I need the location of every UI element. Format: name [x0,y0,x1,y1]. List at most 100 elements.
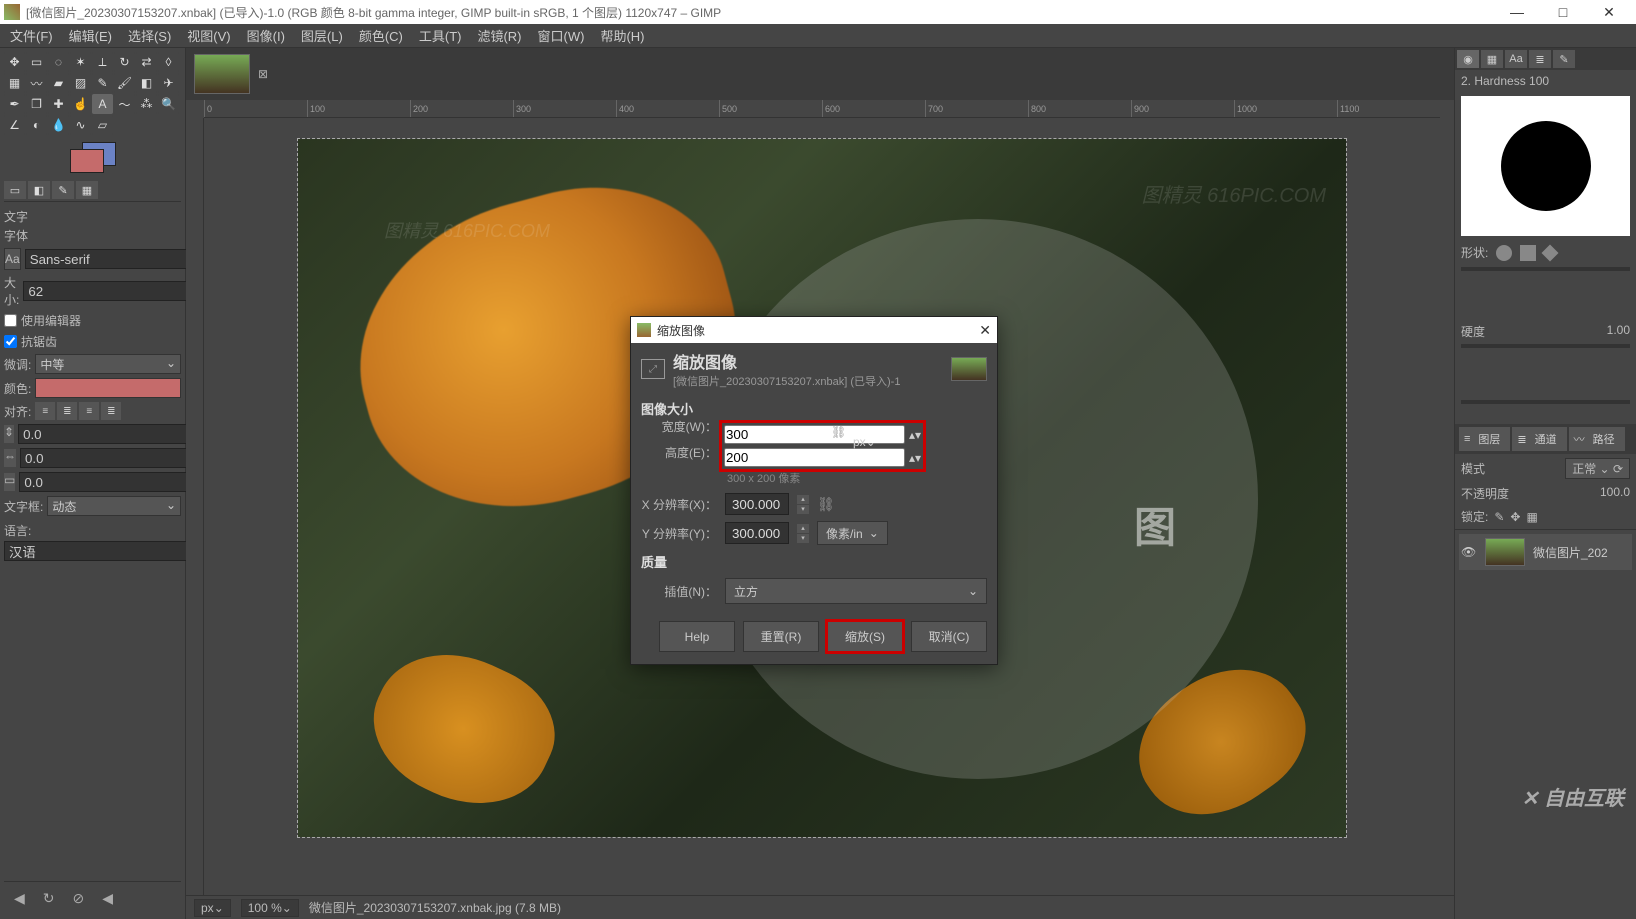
shape-slider[interactable] [1461,267,1630,271]
dialog-close-icon[interactable]: ✕ [979,322,991,339]
tool-free-select-icon[interactable]: ◌ [48,52,69,72]
align-justify-icon[interactable]: ≣ [101,402,121,420]
extra-slider[interactable] [1461,400,1630,404]
tool-pencil-icon[interactable]: ✎ [92,73,113,93]
fg-color[interactable] [70,149,104,173]
reset-opts-icon[interactable]: ↻ [43,890,55,907]
layer-visibility-icon[interactable]: 👁 [1461,545,1477,559]
opt-tab-4[interactable]: ▦ [76,181,98,199]
tool-rotate-icon[interactable]: ↻ [114,52,135,72]
size-input[interactable] [23,281,210,301]
text-color-swatch[interactable] [35,378,181,398]
tab-close-icon[interactable]: ⊠ [258,67,268,81]
tool-bucket-icon[interactable]: ▰ [48,73,69,93]
tool-curves-icon[interactable]: ∿ [70,115,91,135]
brush-preview[interactable] [1461,96,1630,236]
tool-fuzzy-select-icon[interactable]: ✶ [70,52,91,72]
interp-select[interactable]: 立方⌄ [725,578,987,604]
paths-tab[interactable]: 〰 路径 [1569,427,1625,451]
lock-position-icon[interactable]: ✥ [1510,510,1520,524]
tool-clone-icon[interactable]: ❐ [26,94,47,114]
shape-diamond-icon[interactable] [1542,244,1559,261]
yres-input[interactable] [725,522,789,544]
align-center-icon[interactable]: ≣ [57,402,77,420]
tool-flip-icon[interactable]: ⇄ [136,52,157,72]
antialias-checkbox[interactable] [4,335,17,348]
dialog-titlebar[interactable]: 缩放图像 ✕ [631,317,997,343]
arrow-icon[interactable]: ◀ [102,890,113,907]
menu-image[interactable]: 图像(I) [241,24,291,47]
close-icon[interactable]: ✕ [1586,4,1632,21]
menu-help[interactable]: 帮助(H) [594,24,650,47]
tool-measure-icon[interactable]: ∠ [4,115,25,135]
fonts-tab-icon[interactable]: Aa [1505,50,1527,68]
width-input[interactable] [724,425,905,444]
use-editor-checkbox[interactable] [4,314,17,327]
tool-blur-icon[interactable]: 💧 [48,115,69,135]
yres-down-icon[interactable]: ▾ [797,534,809,543]
layer-item[interactable]: 👁 微信图片_202 [1459,534,1632,570]
tool-smudge-icon[interactable]: ☝ [70,94,91,114]
tool-heal-icon[interactable]: ✚ [48,94,69,114]
link-dims-icon[interactable]: ⛓ [831,425,846,439]
height-input[interactable] [724,448,905,467]
tool-gradient-icon[interactable]: ▨ [70,73,91,93]
tool-text-icon[interactable]: A [92,94,113,114]
mode-select[interactable]: 正常 ⌄ ⟳ [1565,458,1630,479]
paint-tab-icon[interactable]: ✎ [1553,50,1575,68]
reset-button[interactable]: 重置(R) [743,621,819,652]
spacing1-input[interactable] [18,424,205,444]
layers-tab[interactable]: ≡ 图层 [1459,427,1510,451]
tool-eraser-icon[interactable]: ◧ [136,73,157,93]
tool-zoom-icon[interactable]: 🔍 [158,94,179,114]
menu-layer[interactable]: 图层(L) [295,24,349,47]
patterns-tab-icon[interactable]: ▦ [1481,50,1503,68]
status-zoom[interactable]: 100 % ⌄ [241,899,299,917]
lock-pixel-icon[interactable]: ✎ [1494,510,1504,524]
tool-airbrush-icon[interactable]: ✈ [158,73,179,93]
xres-input[interactable] [725,493,789,515]
tool-dodge-icon[interactable]: ◐ [26,115,47,135]
scale-button[interactable]: 缩放(S) [827,621,903,652]
minimize-icon[interactable]: — [1494,4,1540,21]
menu-tools[interactable]: 工具(T) [413,24,468,47]
tool-rect-select-icon[interactable]: ▭ [26,52,47,72]
font-input[interactable] [25,249,212,269]
tool-warp-icon[interactable]: 〰 [26,73,47,93]
tool-unified-icon[interactable]: ▦ [4,73,25,93]
tool-crop-icon[interactable]: ⟂ [92,52,113,72]
yres-up-icon[interactable]: ▴ [797,524,809,533]
channels-tab[interactable]: ≣ 通道 [1512,427,1566,451]
align-right-icon[interactable]: ≡ [79,402,99,420]
color-swatch[interactable] [4,141,181,181]
shape-square-icon[interactable] [1520,245,1536,261]
menu-colors[interactable]: 颜色(C) [353,24,409,47]
menu-select[interactable]: 选择(S) [122,24,177,47]
align-left-icon[interactable]: ≡ [35,402,55,420]
menu-edit[interactable]: 编辑(E) [63,24,118,47]
opt-tab-3[interactable]: ✎ [52,181,74,199]
textbox-select[interactable]: 动态⌄ [47,496,181,516]
image-tab-thumb[interactable] [194,54,250,94]
tool-ink-icon[interactable]: ✒ [4,94,25,114]
menu-view[interactable]: 视图(V) [181,24,236,47]
res-unit-select[interactable]: 像素/in⌄ [817,521,888,545]
delete-opts-icon[interactable]: ⊘ [73,890,85,907]
link-res-icon[interactable]: ⛓ [817,496,835,513]
help-button[interactable]: Help [659,621,735,652]
shape-circle-icon[interactable] [1496,245,1512,261]
tool-path-icon[interactable]: 〜 [114,94,135,114]
opt-tab-2[interactable]: ◧ [28,181,50,199]
xres-down-icon[interactable]: ▾ [797,505,809,514]
hint-select[interactable]: 中等⌄ [35,354,181,374]
hardness-slider[interactable] [1461,344,1630,348]
opt-tab-1[interactable]: ▭ [4,181,26,199]
font-icon[interactable]: Aa [4,248,21,270]
dims-unit-select[interactable]: px⌄ [853,435,876,449]
tool-move-icon[interactable]: ✥ [4,52,25,72]
tool-cage-icon[interactable]: ▱ [92,115,113,135]
tool-color-picker-icon[interactable]: ⁂ [136,94,157,114]
menu-filters[interactable]: 滤镜(R) [471,24,527,47]
menu-file[interactable]: 文件(F) [4,24,59,47]
lock-alpha-icon[interactable]: ▦ [1526,510,1537,524]
